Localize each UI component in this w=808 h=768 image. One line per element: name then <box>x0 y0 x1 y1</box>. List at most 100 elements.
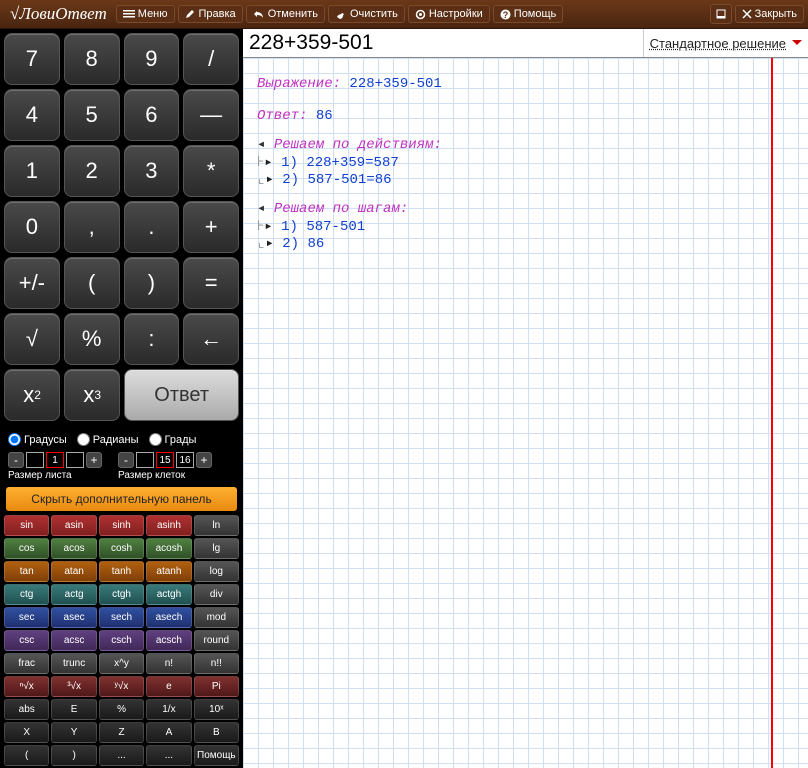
fn-tan[interactable]: tan <box>4 561 49 582</box>
key-1[interactable]: 1 <box>4 145 60 197</box>
key-colon[interactable]: : <box>124 313 180 365</box>
fn-acsc[interactable]: acsc <box>51 630 96 651</box>
fn-sin[interactable]: sin <box>4 515 49 536</box>
fn-asech[interactable]: asech <box>146 607 191 628</box>
key-4[interactable]: 4 <box>4 89 60 141</box>
fn-csc[interactable]: csc <box>4 630 49 651</box>
fn-tanh[interactable]: tanh <box>99 561 144 582</box>
key-comma[interactable]: , <box>64 201 120 253</box>
fn-[interactable]: ) <box>51 745 96 766</box>
fn-E[interactable]: E <box>51 699 96 720</box>
key-minus[interactable]: — <box>183 89 239 141</box>
collapse-icon[interactable]: ◂ <box>257 136 265 152</box>
fn-log[interactable]: log <box>194 561 239 582</box>
fn-acsch[interactable]: acsch <box>146 630 191 651</box>
key-divide[interactable]: / <box>183 33 239 85</box>
fn-asinh[interactable]: asinh <box>146 515 191 536</box>
fn-Y[interactable]: Y <box>51 722 96 743</box>
fn-trunc[interactable]: trunc <box>51 653 96 674</box>
fn-n[interactable]: n!! <box>194 653 239 674</box>
edit-button[interactable]: Правка <box>178 5 243 23</box>
key-2[interactable]: 2 <box>64 145 120 197</box>
key-x2[interactable]: x2 <box>4 369 60 421</box>
key-sqrt[interactable]: √ <box>4 313 60 365</box>
fn-[interactable]: ... <box>146 745 191 766</box>
fn-cosh[interactable]: cosh <box>99 538 144 559</box>
collapse-icon[interactable]: ◂ <box>257 200 265 216</box>
angle-grad[interactable]: Грады <box>149 433 197 446</box>
angle-rad[interactable]: Радианы <box>77 433 139 446</box>
key-5[interactable]: 5 <box>64 89 120 141</box>
key-3[interactable]: 3 <box>124 145 180 197</box>
fn-B[interactable]: B <box>194 722 239 743</box>
settings-button[interactable]: Настройки <box>408 5 490 23</box>
fn-mod[interactable]: mod <box>194 607 239 628</box>
fn-1x[interactable]: 1/x <box>146 699 191 720</box>
fn-10[interactable]: 10ˣ <box>194 699 239 720</box>
cell-minus[interactable]: - <box>118 452 134 468</box>
key-lparen[interactable]: ( <box>64 257 120 309</box>
expand-icon[interactable]: ▸ <box>264 218 272 234</box>
key-plusminus[interactable]: +/- <box>4 257 60 309</box>
fn-Z[interactable]: Z <box>99 722 144 743</box>
fn-asec[interactable]: asec <box>51 607 96 628</box>
fn-actgh[interactable]: actgh <box>146 584 191 605</box>
fn-[interactable]: Помощь <box>194 745 239 766</box>
key-backspace[interactable]: ← <box>183 313 239 365</box>
fn-x[interactable]: ʸ√x <box>99 676 144 697</box>
key-7[interactable]: 7 <box>4 33 60 85</box>
fn-abs[interactable]: abs <box>4 699 49 720</box>
solution-type-dropdown[interactable]: Стандартное решение <box>643 29 808 57</box>
fn-actg[interactable]: actg <box>51 584 96 605</box>
fn-round[interactable]: round <box>194 630 239 651</box>
help-button[interactable]: ?Помощь <box>493 5 564 23</box>
sheet-minus[interactable]: - <box>8 452 24 468</box>
fn-x[interactable]: ⁿ√x <box>4 676 49 697</box>
fn-atan[interactable]: atan <box>51 561 96 582</box>
fn-n[interactable]: n! <box>146 653 191 674</box>
key-answer[interactable]: Ответ <box>124 369 239 421</box>
fn-acos[interactable]: acos <box>51 538 96 559</box>
key-0[interactable]: 0 <box>4 201 60 253</box>
fn-[interactable]: ... <box>99 745 144 766</box>
fn-atanh[interactable]: atanh <box>146 561 191 582</box>
undo-button[interactable]: Отменить <box>246 5 325 23</box>
fn-div[interactable]: div <box>194 584 239 605</box>
fn-x[interactable]: ³√x <box>51 676 96 697</box>
cell-plus[interactable]: + <box>196 452 212 468</box>
minimize-button[interactable] <box>710 4 732 24</box>
key-equals[interactable]: = <box>183 257 239 309</box>
sheet-plus[interactable]: + <box>86 452 102 468</box>
fn-Pi[interactable]: Pi <box>194 676 239 697</box>
fn-xy[interactable]: x^y <box>99 653 144 674</box>
fn-ctgh[interactable]: ctgh <box>99 584 144 605</box>
close-button[interactable]: Закрыть <box>735 5 804 23</box>
clear-button[interactable]: Очистить <box>328 5 405 23</box>
fn-cos[interactable]: cos <box>4 538 49 559</box>
fn-frac[interactable]: frac <box>4 653 49 674</box>
key-rparen[interactable]: ) <box>124 257 180 309</box>
key-dot[interactable]: . <box>124 201 180 253</box>
fn-ln[interactable]: ln <box>194 515 239 536</box>
fn-ctg[interactable]: ctg <box>4 584 49 605</box>
fn-sec[interactable]: sec <box>4 607 49 628</box>
fn-asin[interactable]: asin <box>51 515 96 536</box>
fn-acosh[interactable]: acosh <box>146 538 191 559</box>
fn-sech[interactable]: sech <box>99 607 144 628</box>
key-9[interactable]: 9 <box>124 33 180 85</box>
fn-[interactable]: ( <box>4 745 49 766</box>
key-6[interactable]: 6 <box>124 89 180 141</box>
toggle-extra-panel[interactable]: Скрыть дополнительную панель <box>6 487 237 511</box>
key-plus[interactable]: + <box>183 201 239 253</box>
key-percent[interactable]: % <box>64 313 120 365</box>
expand-icon[interactable]: ▸ <box>264 154 272 170</box>
angle-deg[interactable]: Градусы <box>8 433 67 446</box>
expand-icon[interactable]: ▸ <box>265 235 273 251</box>
key-x3[interactable]: x3 <box>64 369 120 421</box>
fn-e[interactable]: e <box>146 676 191 697</box>
fn-sinh[interactable]: sinh <box>99 515 144 536</box>
fn-lg[interactable]: lg <box>194 538 239 559</box>
fn-csch[interactable]: csch <box>99 630 144 651</box>
menu-button[interactable]: Меню <box>116 5 175 23</box>
key-8[interactable]: 8 <box>64 33 120 85</box>
